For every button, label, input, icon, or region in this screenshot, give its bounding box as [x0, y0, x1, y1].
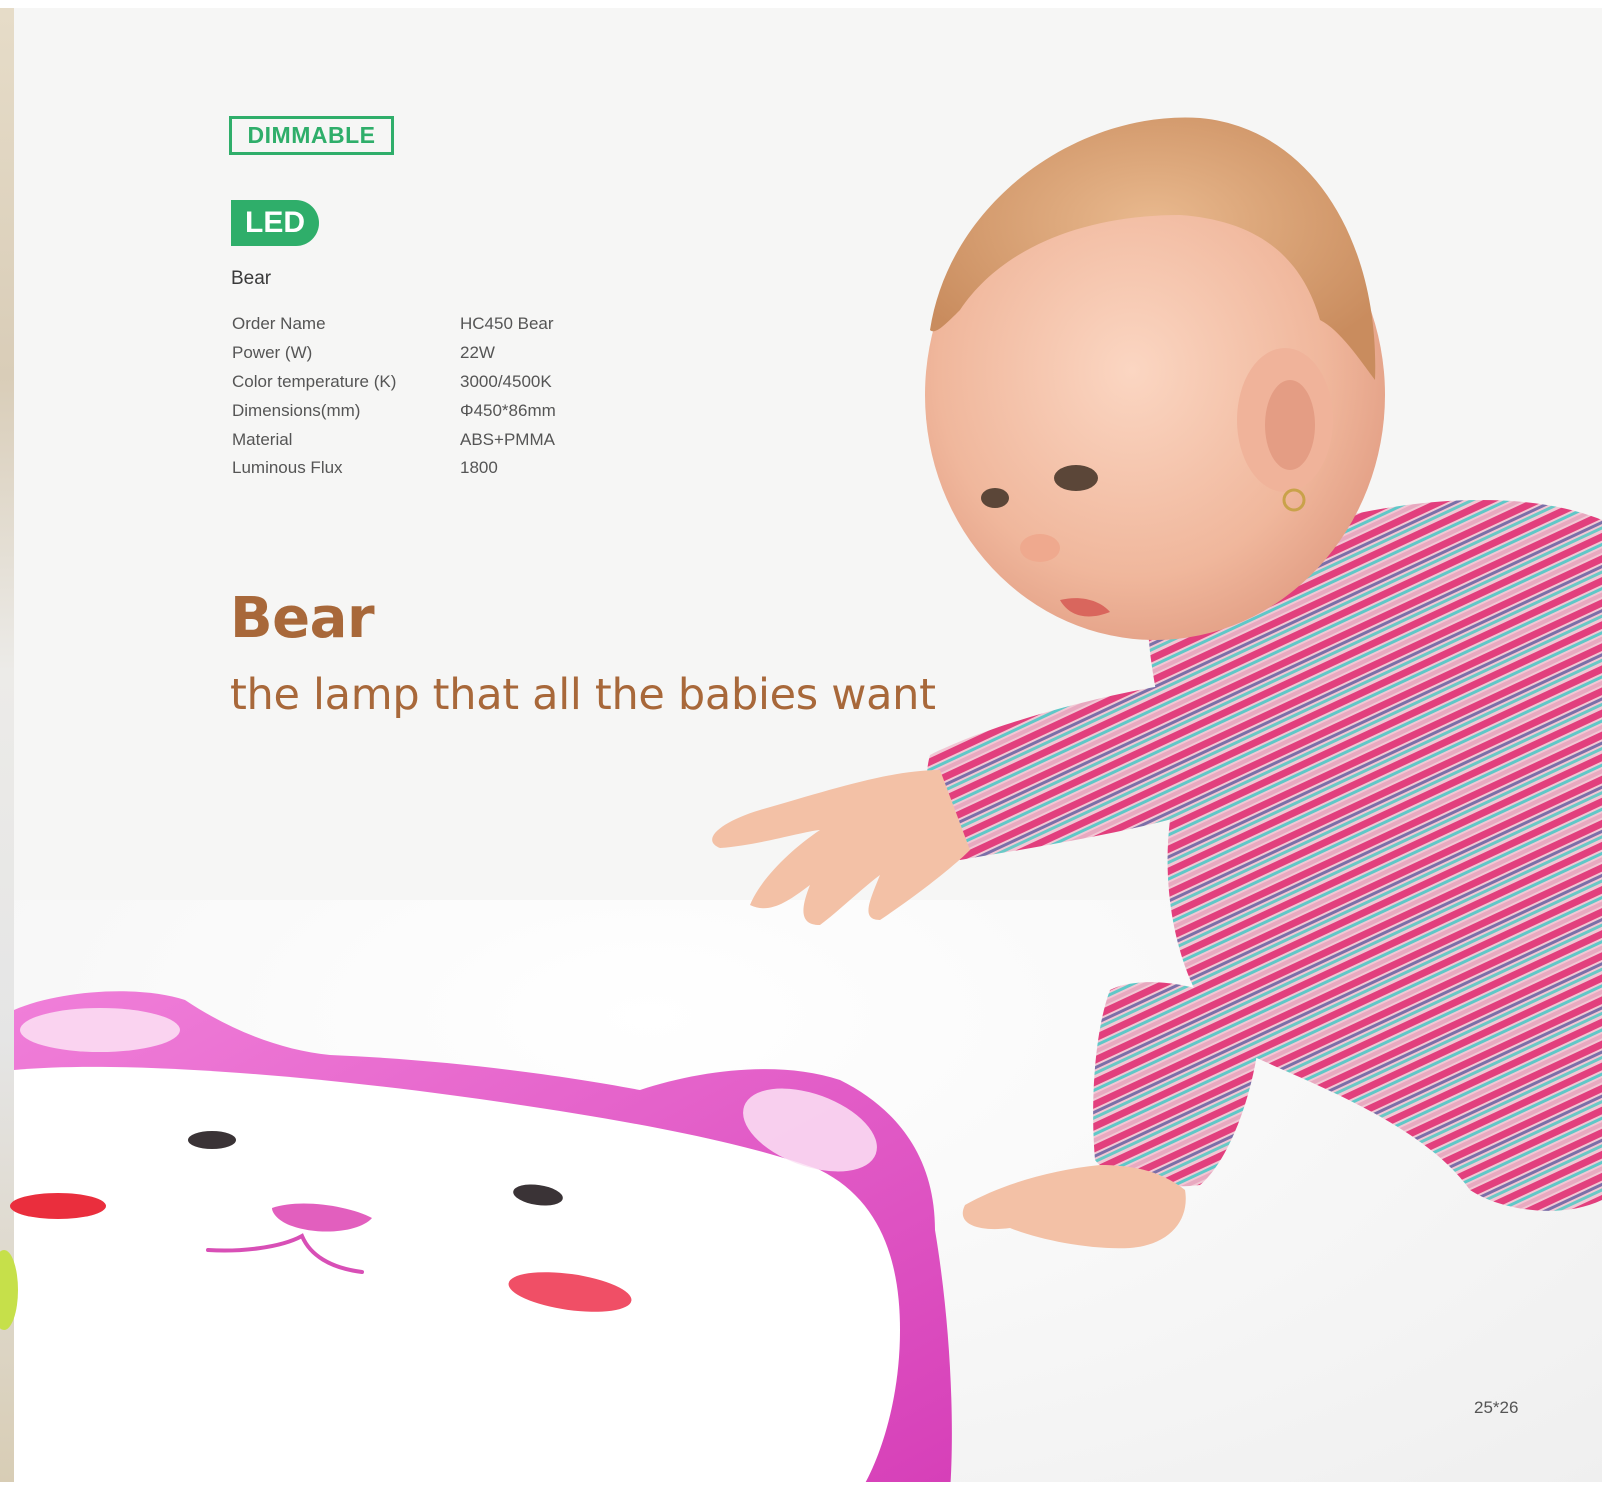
- spec-value: Φ450*86mm: [460, 400, 556, 420]
- spec-key: Color temperature (K): [232, 371, 397, 391]
- spec-row: Dimensions(mm) Φ450*86mm: [232, 396, 652, 425]
- bear-lamp: [10, 991, 952, 1492]
- spec-table: Order Name HC450 Bear Power (W) 22W Colo…: [232, 310, 652, 483]
- spec-row: Material ABS+PMMA: [232, 425, 652, 454]
- spec-value: 3000/4500K: [460, 371, 552, 391]
- spec-key: Luminous Flux: [232, 458, 343, 478]
- spec-value: 1800: [460, 458, 498, 478]
- spec-row: Color temperature (K) 3000/4500K: [232, 368, 652, 397]
- spec-row: Order Name HC450 Bear: [232, 310, 652, 339]
- dimmable-badge: DIMMABLE: [229, 116, 394, 155]
- bottom-margin: [0, 1482, 1602, 1492]
- product-label: Bear: [231, 268, 272, 289]
- spec-key: Material: [232, 429, 293, 449]
- tagline: the lamp that all the babies want: [230, 670, 936, 720]
- headline: Bear: [230, 586, 375, 651]
- catalog-page: DIMMABLE LED Bear Order Name HC450 Bear …: [0, 0, 1602, 1492]
- spec-key: Dimensions(mm): [232, 400, 361, 420]
- spec-row: Power (W) 22W: [232, 339, 652, 368]
- spec-row: Luminous Flux 1800: [232, 454, 652, 483]
- spec-key: Power (W): [232, 343, 313, 363]
- spec-value: 22W: [460, 343, 495, 363]
- spec-value: HC450 Bear: [460, 314, 554, 334]
- spec-value: ABS+PMMA: [460, 429, 555, 449]
- spec-key: Order Name: [232, 314, 326, 334]
- page-number: 25*26: [1474, 1398, 1519, 1417]
- led-badge: LED: [231, 200, 319, 246]
